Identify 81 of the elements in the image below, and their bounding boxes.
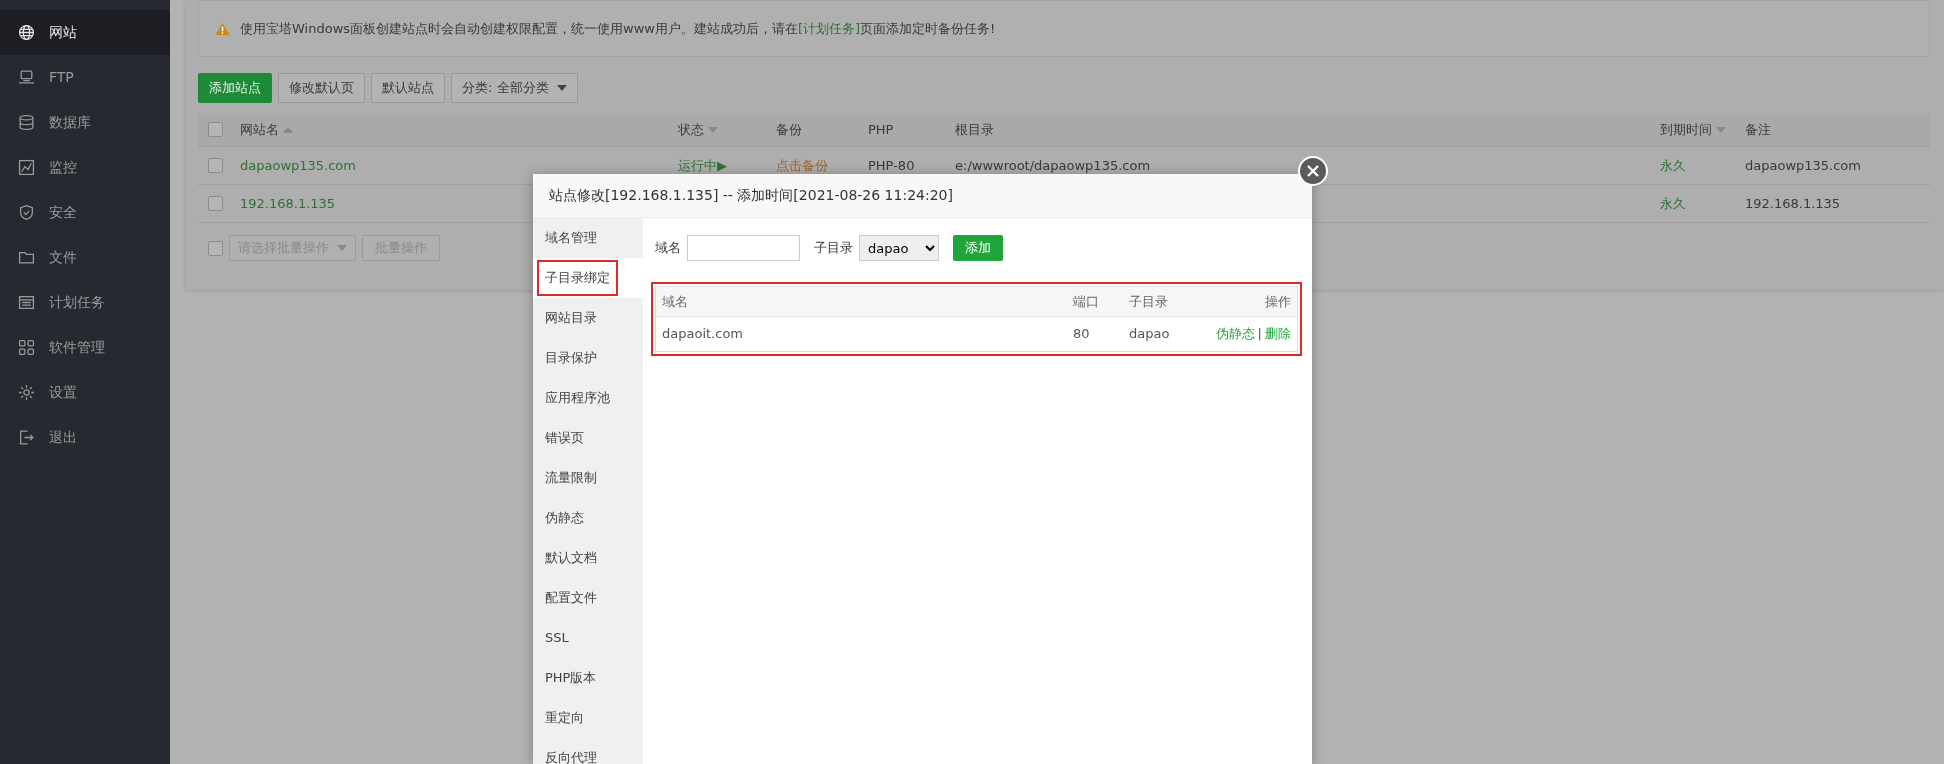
caret-icon: [556, 85, 567, 91]
menu-item[interactable]: 默认文档: [533, 538, 643, 578]
table-cell-text: 运行中▶: [678, 156, 727, 175]
task-link[interactable]: [计划任务]: [797, 20, 861, 36]
table-cell-text: e:/wwwroot/dapaowp135.com: [955, 156, 1151, 175]
sidebar-item[interactable]: 计划任务: [0, 280, 170, 325]
domain-input[interactable]: [687, 235, 800, 261]
field-label: 子目录: [814, 239, 853, 258]
grid-icon: [18, 339, 35, 356]
shield-icon: [18, 204, 35, 221]
column-header[interactable]: 根目录: [955, 119, 994, 140]
column-header[interactable]: 状态: [678, 119, 704, 140]
menu-item[interactable]: PHP版本: [533, 658, 643, 698]
settings-icon: [18, 384, 35, 401]
column-header: 端口: [1073, 292, 1099, 311]
toolbar-button[interactable]: 修改默认页: [278, 73, 365, 103]
sidebar-item[interactable]: 设置: [0, 370, 170, 415]
table-cell-text: dapaowp135.com: [1745, 156, 1861, 175]
column-header[interactable]: 网站名: [240, 119, 279, 140]
site-link[interactable]: dapaowp135.com: [240, 155, 356, 176]
sidebar-item[interactable]: 软件管理: [0, 325, 170, 370]
column-header: 操作: [1265, 292, 1291, 311]
table-cell-text: 80: [1073, 325, 1090, 344]
table-cell-text: 永久: [1660, 156, 1686, 175]
select-all-checkbox[interactable]: [208, 122, 223, 137]
sidebar-item[interactable]: 文件: [0, 235, 170, 280]
database-icon: [18, 114, 35, 131]
sidebar-item[interactable]: 网站: [0, 10, 170, 55]
toolbar-button[interactable]: 默认站点: [371, 73, 445, 103]
field-label: 域名: [655, 239, 681, 258]
column-header: 子目录: [1129, 292, 1168, 311]
site-link[interactable]: 192.168.1.135: [240, 193, 336, 214]
logout-icon: [18, 429, 35, 446]
notice-text: 使用宝塔Windows面板创建站点时会自动创建权限配置，统一使用www用户。建站成功后，请在[计划任务]页面添加定时备份任务!: [240, 19, 996, 38]
computer-icon: [18, 69, 35, 86]
subdir-select[interactable]: dapao: [859, 235, 939, 261]
row-checkbox[interactable]: [208, 196, 223, 211]
sidebar-item[interactable]: 监控: [0, 145, 170, 190]
chart-icon: [18, 159, 35, 176]
menu-item[interactable]: SSL: [533, 618, 643, 658]
action-link[interactable]: 删除: [1265, 324, 1291, 344]
menu-item[interactable]: 应用程序池: [533, 378, 643, 418]
column-header[interactable]: PHP: [868, 119, 894, 140]
calendar-icon: [18, 294, 35, 311]
globe-icon: [18, 24, 35, 41]
menu-item[interactable]: 重定向: [533, 698, 643, 738]
add-button[interactable]: 添加: [953, 235, 1003, 261]
warning-icon: [215, 21, 230, 36]
table-cell-text: 永久: [1660, 194, 1686, 213]
menu-item[interactable]: 子目录绑定: [533, 258, 643, 298]
sidebar-item[interactable]: 退出: [0, 415, 170, 460]
sort-icon[interactable]: [1716, 126, 1726, 133]
menu-item[interactable]: 流量限制: [533, 458, 643, 498]
sort-icon[interactable]: [283, 126, 293, 133]
sidebar-item[interactable]: FTP: [0, 55, 170, 100]
menu-item[interactable]: 配置文件: [533, 578, 643, 618]
column-header: 域名: [662, 292, 688, 311]
menu-item[interactable]: 伪静态: [533, 498, 643, 538]
modal-title: 站点修改[192.168.1.135] -- 添加时间[2021-08-26 11:24:20]: [549, 186, 953, 205]
toolbar-button[interactable]: 添加站点: [198, 73, 272, 103]
column-header[interactable]: 备份: [776, 119, 802, 140]
separator: |: [1257, 325, 1262, 344]
table-cell-text: dapao: [1129, 325, 1170, 344]
action-link[interactable]: 伪静态: [1215, 324, 1255, 344]
caret-icon: [337, 245, 347, 251]
table-cell-text: PHP-80: [868, 156, 915, 175]
table-cell-text: 192.168.1.135: [1745, 194, 1841, 213]
sidebar-item[interactable]: 安全: [0, 190, 170, 235]
menu-item[interactable]: 网站目录: [533, 298, 643, 338]
folder-icon: [18, 249, 35, 266]
menu-item[interactable]: 目录保护: [533, 338, 643, 378]
sort-icon[interactable]: [708, 126, 718, 133]
close-icon[interactable]: [1298, 156, 1328, 186]
table-cell-text: dapaoit.com: [662, 325, 743, 344]
category-dropdown[interactable]: 分类: 全部分类: [451, 73, 578, 103]
sidebar-item[interactable]: 数据库: [0, 100, 170, 145]
menu-item[interactable]: 域名管理: [533, 218, 643, 258]
column-header[interactable]: 备注: [1745, 119, 1771, 140]
menu-item[interactable]: 错误页: [533, 418, 643, 458]
menu-item[interactable]: 反向代理: [533, 738, 643, 764]
row-checkbox[interactable]: [208, 158, 223, 173]
